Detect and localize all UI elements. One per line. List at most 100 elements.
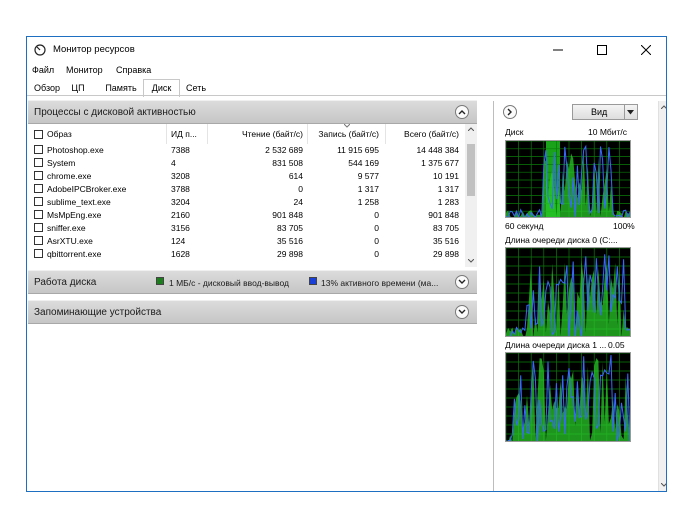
cell-pid: 3204 [171, 197, 190, 207]
maximize-button[interactable] [580, 37, 624, 63]
window-title: Монитор ресурсов [53, 44, 135, 55]
column-separator [307, 124, 308, 144]
tab-divider [27, 95, 666, 96]
row-checkbox[interactable] [34, 184, 43, 193]
tab-strip: Обзор ЦП Память Диск Сеть [27, 79, 666, 97]
graph-queue1-title: Длина очереди диска 1 ... [505, 340, 607, 350]
queue0-graph-plot [506, 248, 630, 336]
row-checkbox[interactable] [34, 236, 43, 245]
maximize-icon [597, 45, 607, 55]
row-checkbox[interactable] [34, 223, 43, 232]
disk-activity-section-header[interactable]: Работа диска 1 МБ/с - дисковый ввод-выво… [28, 270, 477, 294]
cell-write: 0 [374, 236, 379, 246]
column-pid[interactable]: ИД п... [171, 129, 197, 139]
cell-write: 0 [374, 210, 379, 220]
scrollbar-thumb[interactable] [467, 144, 475, 196]
cell-read: 2 532 689 [265, 145, 303, 155]
cell-total: 35 516 [433, 236, 459, 246]
table-row[interactable]: AdobeIPCBroker.exe 3788 0 1 317 1 317 [28, 183, 465, 196]
minimize-button[interactable] [536, 37, 580, 63]
cell-total: 29 898 [433, 249, 459, 259]
table-row[interactable]: AsrXTU.exe 124 35 516 0 35 516 [28, 235, 465, 248]
scroll-up-icon[interactable] [661, 105, 667, 109]
cell-write: 9 577 [357, 171, 379, 181]
cell-read: 29 898 [277, 249, 303, 259]
menu-help[interactable]: Справка [116, 65, 151, 75]
expand-storage-button[interactable] [455, 305, 469, 319]
queue0-graph [505, 247, 631, 337]
cell-total: 10 191 [433, 171, 459, 181]
column-write[interactable]: Запись (байт/с) [318, 129, 379, 139]
cell-read: 0 [298, 184, 303, 194]
cell-image: sniffer.exe [47, 223, 86, 233]
table-row[interactable]: MsMpEng.exe 2160 901 848 0 901 848 [28, 209, 465, 222]
scroll-up-icon[interactable] [468, 127, 474, 131]
column-read[interactable]: Чтение (байт/с) [242, 129, 303, 139]
expand-disk-activity-button[interactable] [455, 275, 469, 289]
cell-read: 831 508 [272, 158, 303, 168]
graphs-scrollbar[interactable] [658, 101, 667, 491]
cell-image: qbittorrent.exe [47, 249, 102, 259]
cell-total: 1 317 [437, 184, 459, 194]
table-row[interactable]: qbittorrent.exe 1628 29 898 0 29 898 [28, 248, 465, 261]
graph-disk-title: Диск [505, 127, 524, 137]
row-checkbox[interactable] [34, 158, 43, 167]
table-scrollbar[interactable] [465, 124, 477, 267]
cell-pid: 124 [171, 236, 186, 246]
table-row[interactable]: sublime_text.exe 3204 24 1 258 1 283 [28, 196, 465, 209]
row-checkbox[interactable] [34, 171, 43, 180]
process-table: Образ ИД п... Чтение (байт/с) Запись (ба… [28, 124, 477, 267]
menu-monitor[interactable]: Монитор [66, 65, 103, 75]
cell-read: 614 [288, 171, 303, 181]
queue1-graph [505, 352, 631, 442]
cell-image: AdobeIPCBroker.exe [47, 184, 127, 194]
resource-monitor-window: Монитор ресурсов Файл Монитор Справка Об… [26, 36, 667, 492]
left-pane: Процессы с дисковой активностью Образ ИД… [27, 100, 478, 491]
cell-pid: 2160 [171, 210, 190, 220]
row-checkbox[interactable] [34, 249, 43, 258]
cell-write: 1 258 [357, 197, 379, 207]
processes-section-header[interactable]: Процессы с дисковой активностью [28, 100, 477, 124]
resource-monitor-icon [34, 44, 46, 56]
column-total[interactable]: Всего (байт/с) [404, 129, 459, 139]
graph-queue0-title: Длина очереди диска 0 (C:... [505, 235, 618, 245]
cell-total: 83 705 [433, 223, 459, 233]
table-header: Образ ИД п... Чтение (байт/с) Запись (ба… [28, 124, 465, 144]
table-row[interactable]: sniffer.exe 3156 83 705 0 83 705 [28, 222, 465, 235]
table-row[interactable]: Photoshop.exe 7388 2 532 689 11 915 695 … [28, 144, 465, 157]
menu-file[interactable]: Файл [32, 65, 54, 75]
cell-image: AsrXTU.exe [47, 236, 93, 246]
cell-total: 1 283 [437, 197, 459, 207]
active-time-legend-swatch [309, 277, 317, 285]
select-all-checkbox[interactable] [34, 130, 43, 139]
column-image[interactable]: Образ [47, 129, 72, 139]
cell-image: MsMpEng.exe [47, 210, 102, 220]
cell-image: System [47, 158, 76, 168]
row-checkbox[interactable] [34, 197, 43, 206]
table-row[interactable]: chrome.exe 3208 614 9 577 10 191 [28, 170, 465, 183]
table-row[interactable]: System 4 831 508 544 169 1 375 677 [28, 157, 465, 170]
active-time-legend-label: 13% активного времени (ма... [321, 278, 439, 288]
tab-cpu[interactable]: ЦП [67, 81, 89, 96]
row-checkbox[interactable] [34, 210, 43, 219]
storage-section-header[interactable]: Запоминающие устройства [28, 300, 477, 324]
collapse-processes-button[interactable] [455, 105, 469, 119]
tab-memory[interactable]: Память [103, 81, 139, 96]
scroll-down-icon[interactable] [661, 483, 667, 487]
cell-pid: 1628 [171, 249, 190, 259]
cell-pid: 7388 [171, 145, 190, 155]
cell-total: 14 448 384 [416, 145, 459, 155]
tab-overview[interactable]: Обзор [31, 81, 63, 96]
disk-graph-plot [506, 141, 630, 217]
cell-write: 544 169 [348, 158, 379, 168]
row-checkbox[interactable] [34, 145, 43, 154]
chevron-up-icon [458, 110, 466, 115]
close-button[interactable] [624, 37, 666, 63]
tab-network[interactable]: Сеть [182, 81, 210, 96]
view-dropdown[interactable]: Вид [572, 104, 638, 120]
disk-activity-title: Работа диска [34, 277, 97, 288]
cell-image: Photoshop.exe [47, 145, 104, 155]
cell-total: 1 375 677 [421, 158, 459, 168]
collapse-graphs-button[interactable] [503, 105, 517, 119]
scroll-down-icon[interactable] [468, 259, 474, 263]
